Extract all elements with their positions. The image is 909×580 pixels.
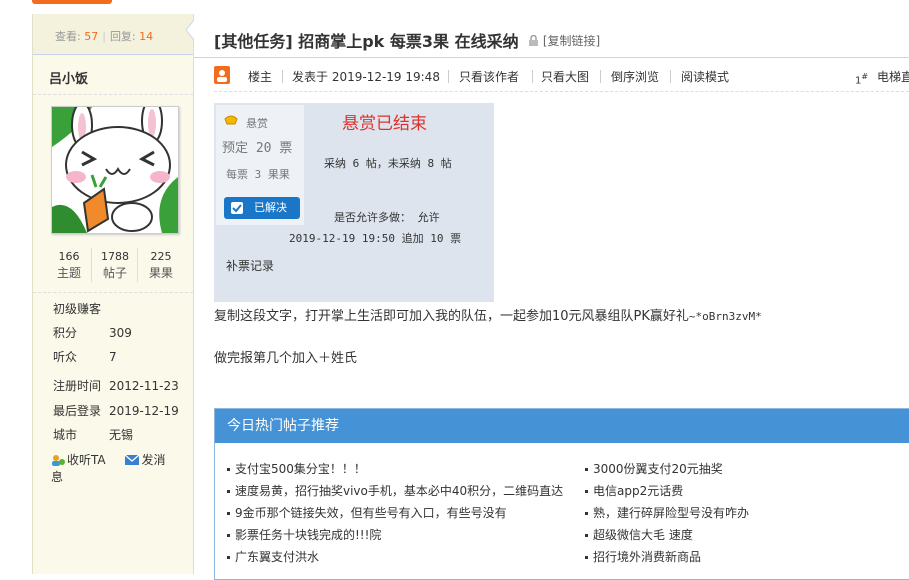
post-content-line2: 做完报第几个加入＋姓氏: [214, 351, 358, 366]
listeners-row: 听众 7: [53, 350, 117, 364]
hot-threads-title: 今日热门帖子推荐: [215, 409, 909, 443]
last-login-row: 最后登录 2019-12-19: [53, 404, 179, 418]
gold-ingot-icon: [224, 115, 238, 125]
top-orange-button[interactable]: [32, 0, 112, 4]
listeners-value: 7: [109, 350, 117, 364]
views-label: 查看:: [55, 30, 81, 43]
hot-item-right[interactable]: 熟，建行碎屏险型号没有咋办: [585, 504, 749, 521]
post-meta-bar: 楼主 发表于 2019-12-19 19:48 只看该作者 只看大图 倒序浏览 …: [214, 66, 909, 86]
owner-icon: [214, 66, 230, 84]
owner-label: 楼主: [248, 70, 273, 84]
username[interactable]: 吕小饭: [49, 68, 88, 87]
allow-multi: 是否允许多做： 允许: [334, 211, 440, 224]
check-icon: [231, 202, 243, 214]
avatar[interactable]: [51, 98, 179, 234]
only-author-link[interactable]: 只看该作者: [459, 68, 519, 85]
last-login-date: 2019-12-19: [109, 404, 179, 418]
bounty-summary: 悬赏 预定 20 票 每票 3 果果 已解决: [216, 105, 304, 225]
floor-number: 1#: [855, 72, 869, 87]
bounty-tag: 悬赏: [246, 117, 268, 130]
hot-item-right[interactable]: 招行境外消费新商品: [585, 548, 701, 565]
resolved-badge: 已解决: [224, 197, 300, 219]
user-level[interactable]: 初级赚客: [53, 300, 101, 317]
points-value: 309: [109, 326, 132, 340]
follow-link[interactable]: 收听TA: [51, 453, 117, 467]
hot-item-right[interactable]: 电信app2元话费: [585, 482, 683, 499]
hot-item-left[interactable]: 速度易黄，招行抽奖vivo手机，基本必中40积分，二维码直达: [227, 482, 563, 499]
elevator-link[interactable]: 电梯直: [877, 68, 909, 85]
user-sidebar: 查看: 57 | 回复: 14 吕小饭 166 主题 1788 帖子 225 果…: [32, 14, 194, 574]
copy-link[interactable]: [复制链接]: [528, 32, 600, 49]
user-actions: 收听TA 发消息: [51, 451, 193, 485]
replies-label: 回复:: [109, 30, 136, 43]
views-count: 57: [84, 30, 99, 43]
replies-count: 14: [139, 30, 154, 43]
add-log: 2019-12-19 19:50 追加 10 票: [289, 232, 462, 245]
hot-threads-panel: 今日热门帖子推荐 支付宝500集分宝！！！ 速度易黄，招行抽奖vivo手机，基本…: [214, 408, 909, 580]
post-date: 发表于 2019-12-19 19:48: [292, 70, 440, 84]
reserved-votes: 预定 20 票: [222, 141, 293, 156]
adopted-stats: 采纳 6 帖，未采纳 8 帖: [324, 157, 452, 170]
reverse-order-link[interactable]: 倒序浏览: [611, 68, 659, 85]
reg-row: 注册时间 2012-11-23: [53, 379, 179, 393]
rabbit-avatar-icon: [52, 98, 178, 233]
thread-title: [其他任务] 招商掌上pk 每票3果 在线采纳: [214, 32, 519, 51]
hot-item-right[interactable]: 超级微信大毛 速度: [585, 526, 693, 543]
hot-item-left[interactable]: 影票任务十块钱完成的!!!院: [227, 526, 381, 543]
lock-icon: [529, 34, 538, 46]
hot-item-left[interactable]: 9金币那个链接失效，但有些号有入口，有些号没有: [227, 504, 507, 521]
bounty-box: 悬赏 预定 20 票 每票 3 果果 已解决 悬赏已结束 采纳 6 帖，未采纳 …: [214, 103, 494, 302]
hot-item-right[interactable]: 3000份翼支付20元抽奖: [585, 460, 723, 477]
city-row: 城市 无锡: [53, 428, 134, 442]
count-fruits[interactable]: 225 果果: [139, 248, 183, 282]
city-value: 无锡: [109, 428, 134, 442]
reg-date: 2012-11-23: [109, 379, 179, 393]
points-row: 积分 309: [53, 326, 132, 340]
supplement-record-link[interactable]: 补票记录: [226, 257, 274, 274]
hot-item-left[interactable]: 广东翼支付洪水: [227, 548, 319, 565]
count-posts[interactable]: 1788 帖子: [93, 248, 138, 282]
per-vote-reward: 每票 3 果果: [226, 168, 290, 181]
read-mode-link[interactable]: 阅读模式: [681, 68, 729, 85]
thread-stats: 查看: 57 | 回复: 14: [33, 14, 193, 55]
post-content-line1: 复制这段文字，打开掌上生活即可加入我的队伍，一起参加10元风暴组队PK赢好礼~*…: [214, 309, 762, 324]
follow-user-icon: [52, 455, 65, 466]
user-counts: 166 主题 1788 帖子 225 果果: [47, 248, 183, 284]
bounty-ended: 悬赏已结束: [342, 114, 427, 134]
hot-item-left[interactable]: 支付宝500集分宝！！！: [227, 460, 366, 477]
count-topics[interactable]: 166 主题: [47, 248, 92, 282]
only-images-link[interactable]: 只看大图: [541, 68, 589, 85]
sidebar-pointer-arrow: [186, 20, 194, 40]
mail-icon: [125, 454, 140, 465]
